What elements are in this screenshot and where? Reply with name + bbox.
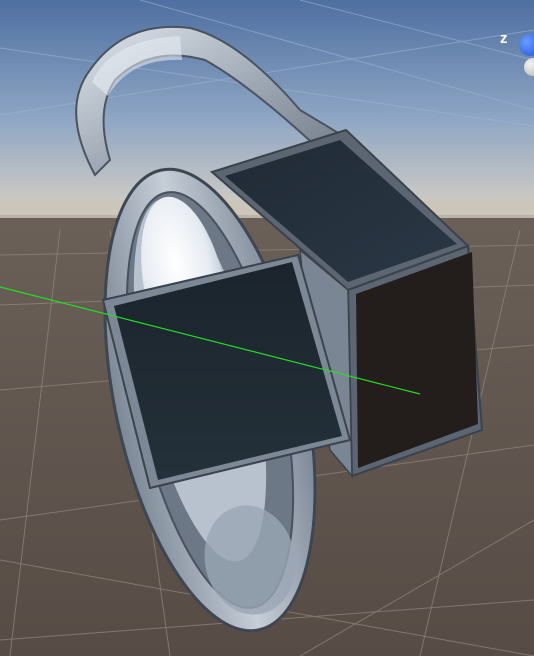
scene-viewport[interactable]: z	[0, 0, 534, 656]
gizmo-z-axis-handle[interactable]	[519, 34, 534, 56]
gizmo-z-label: z	[500, 30, 508, 47]
scene-render[interactable]	[0, 0, 534, 656]
